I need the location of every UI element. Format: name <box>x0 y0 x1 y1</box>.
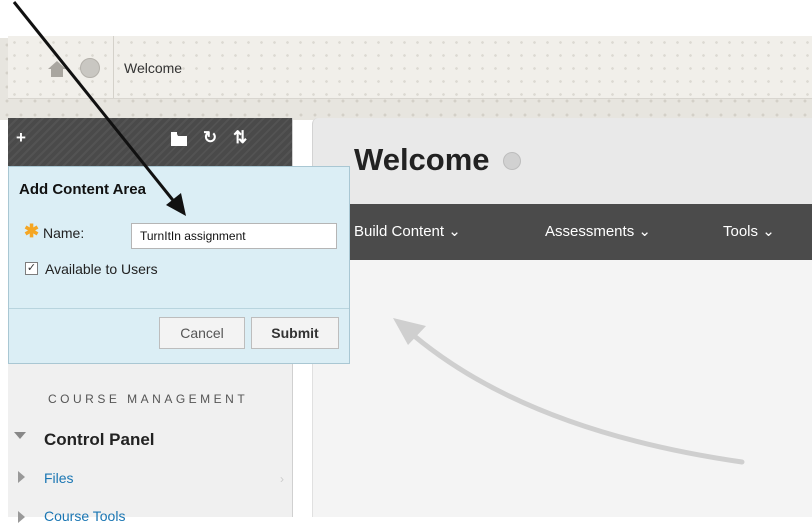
folder-icon[interactable] <box>170 131 188 152</box>
control-panel-heading[interactable]: Control Panel <box>44 430 155 450</box>
sort-icon[interactable]: ⇅ <box>233 128 247 148</box>
add-menu-item-button[interactable]: + <box>16 128 26 148</box>
page-content-area <box>312 260 812 517</box>
name-label: Name: <box>43 225 85 241</box>
name-input[interactable] <box>131 223 337 249</box>
available-checkbox[interactable]: ✓ <box>25 262 38 275</box>
add-content-area-dialog: Add Content Area ✱ Name: ✓ Available to … <box>8 166 350 364</box>
chevron-down-icon: ⌄ <box>448 223 461 240</box>
chevron-down-icon: ⌄ <box>762 223 775 240</box>
chevron-down-icon: ⌄ <box>638 223 651 240</box>
expand-arrow-icon[interactable] <box>18 511 25 523</box>
menu-build-content[interactable]: Build Content ⌄ <box>354 222 461 240</box>
refresh-icon[interactable]: ↻ <box>203 128 217 148</box>
expand-arrow-icon[interactable] <box>18 471 25 483</box>
control-panel-item-course-tools[interactable]: Course Tools <box>44 508 125 524</box>
dialog-divider <box>9 308 349 309</box>
chevron-right-icon: › <box>280 472 284 486</box>
chevron-down-icon[interactable] <box>80 58 100 78</box>
title-options-icon[interactable] <box>503 152 521 170</box>
dialog-title: Add Content Area <box>19 181 146 198</box>
available-label[interactable]: Available to Users <box>45 261 158 277</box>
cancel-button[interactable]: Cancel <box>159 317 245 349</box>
breadcrumb-item-welcome[interactable]: Welcome <box>124 60 182 76</box>
breadcrumb-divider <box>113 36 114 98</box>
required-icon: ✱ <box>24 221 40 241</box>
menu-tools[interactable]: Tools ⌄ <box>723 222 775 240</box>
home-icon[interactable] <box>46 58 68 80</box>
page-title: Welcome <box>354 142 490 177</box>
course-menu-toolbar <box>8 118 292 166</box>
course-management-heading: COURSE MANAGEMENT <box>48 392 249 406</box>
submit-button[interactable]: Submit <box>251 317 339 349</box>
control-panel-item-files[interactable]: Files <box>44 470 74 486</box>
menu-assessments[interactable]: Assessments ⌄ <box>545 222 651 240</box>
collapse-arrow-icon[interactable] <box>14 432 26 439</box>
